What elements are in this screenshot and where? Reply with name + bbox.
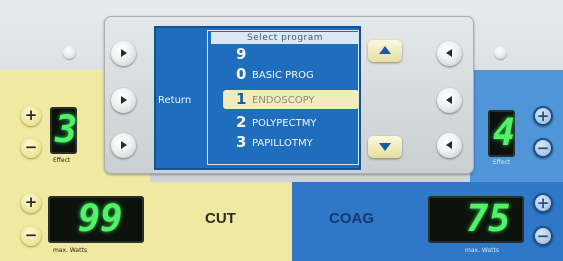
right-softkey-1-button[interactable]: [437, 41, 462, 66]
coag-effect-label: Effect: [493, 159, 511, 166]
cut-effect-label: Effect: [53, 157, 71, 164]
coag-watts-value: 75: [466, 197, 511, 240]
program-number: 9: [236, 45, 247, 63]
cut-watts-label: max. Watts: [53, 247, 87, 254]
program-number: 0: [236, 65, 247, 83]
cut-watts-plus-button[interactable]: +: [21, 193, 41, 213]
program-name[interactable]: BASIC PROG: [252, 70, 314, 81]
cut-watts-minus-button[interactable]: −: [21, 226, 41, 246]
cut-mode-label: CUT: [205, 210, 236, 227]
generator-front-panel: Return Select program 9 0 BASIC PROG 1 E…: [0, 0, 563, 261]
cut-effect-value: 3: [55, 108, 78, 151]
cut-watts-zone: [0, 182, 292, 261]
left-softkey-1-button[interactable]: [111, 41, 136, 66]
scroll-down-button[interactable]: [368, 136, 402, 158]
left-softkey-3-button[interactable]: [111, 133, 136, 158]
program-name[interactable]: POLYPECTMY: [252, 118, 316, 129]
cut-effect-plus-button[interactable]: +: [21, 106, 41, 126]
coag-effect-minus-button[interactable]: −: [533, 138, 553, 158]
right-softkey-3-button[interactable]: [437, 133, 462, 158]
coag-effect-value: 4: [493, 111, 516, 154]
coag-watts-plus-button[interactable]: +: [533, 193, 553, 213]
cut-effect-minus-button[interactable]: −: [21, 138, 41, 158]
right-softkey-2-button[interactable]: [437, 88, 462, 113]
coag-watts-minus-button[interactable]: −: [533, 226, 553, 246]
coag-effect-plus-button[interactable]: +: [533, 106, 553, 126]
program-name-selected[interactable]: ENDOSCOPY: [252, 95, 315, 106]
left-softkey-2-button[interactable]: [111, 88, 136, 113]
coag-mode-label: COAG: [329, 210, 374, 227]
program-number: 2: [236, 113, 247, 131]
return-label[interactable]: Return: [158, 95, 191, 106]
program-number-selected: 1: [236, 90, 247, 108]
program-number: 3: [236, 133, 247, 151]
program-name[interactable]: PAPILLOTMY: [252, 138, 313, 149]
coag-effect-zone: [470, 70, 563, 182]
cut-indicator-light: [63, 46, 76, 59]
select-program-title: Select program: [211, 32, 359, 44]
cut-watts-value: 99: [78, 197, 123, 240]
coag-indicator-light: [494, 46, 507, 59]
coag-watts-label: max. Watts: [465, 247, 499, 254]
scroll-up-button[interactable]: [368, 40, 402, 62]
